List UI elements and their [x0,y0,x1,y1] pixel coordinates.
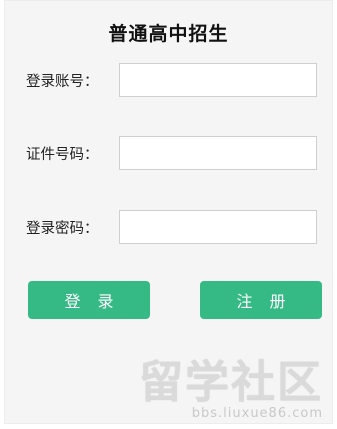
password-input[interactable] [119,210,317,244]
password-row: 登录密码： [5,210,332,244]
register-button[interactable]: 注 册 [200,281,322,319]
account-label: 登录账号： [26,74,99,90]
id-number-row: 证件号码： [5,136,332,170]
id-number-label: 证件号码： [26,147,99,163]
account-input[interactable] [119,63,317,97]
login-button[interactable]: 登 录 [28,281,150,319]
login-panel: 普通高中招生 登录账号： 证件号码： 登录密码： 登 录 注 册 [4,0,333,424]
id-number-input[interactable] [119,136,317,170]
page-title: 普通高中招生 [108,23,229,45]
account-row: 登录账号： [5,63,332,97]
password-label: 登录密码： [26,221,99,237]
